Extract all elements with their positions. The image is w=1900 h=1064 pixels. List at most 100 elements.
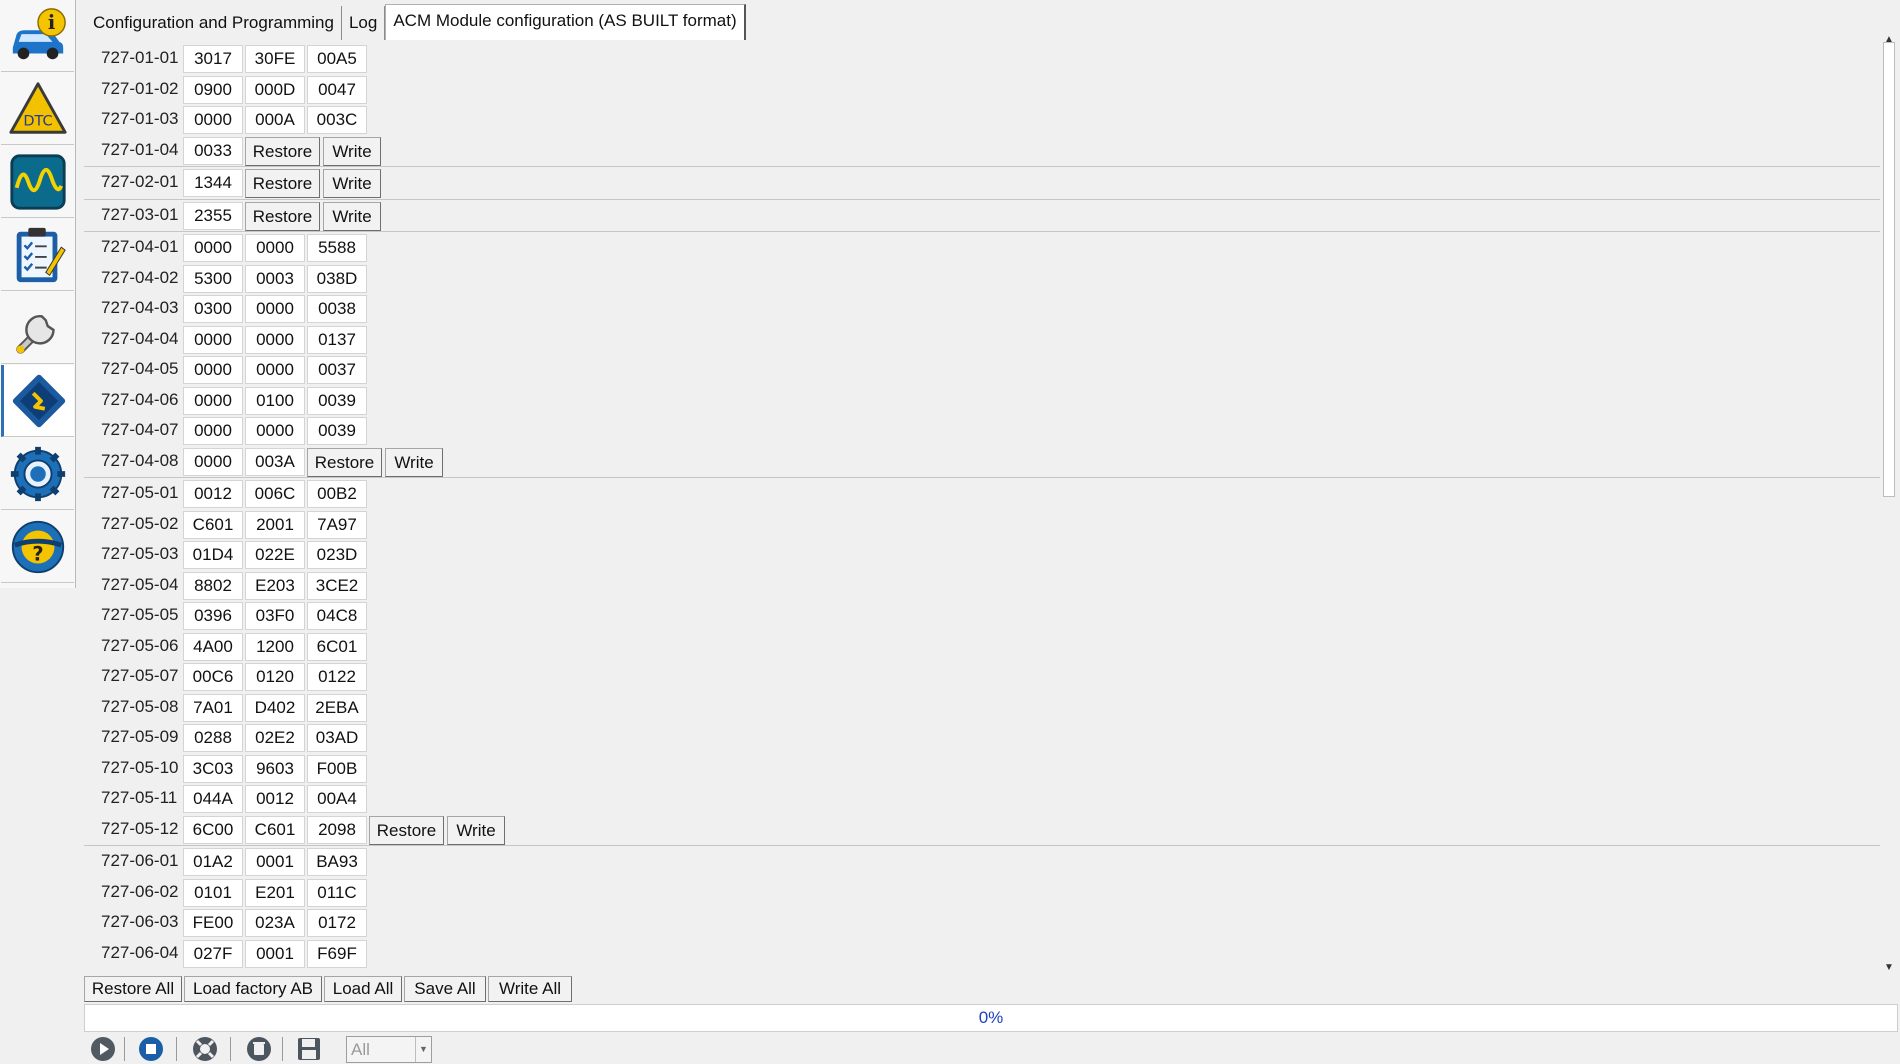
config-value-field[interactable]: C601 — [183, 510, 243, 539]
restore-all-button[interactable]: Restore All — [84, 976, 182, 1002]
restore-block-button[interactable]: Restore — [245, 136, 320, 166]
config-value-field[interactable]: 2098 — [307, 815, 367, 844]
config-value-field[interactable]: 022E — [245, 541, 305, 569]
config-value-field[interactable]: 4A00 — [183, 632, 243, 661]
config-value-field[interactable]: BA93 — [307, 848, 367, 876]
tab-log[interactable]: Log — [342, 6, 386, 40]
config-value-field[interactable]: 01D4 — [183, 541, 243, 569]
config-value-field[interactable]: 0900 — [183, 75, 243, 104]
write-block-button[interactable]: Write — [323, 136, 381, 166]
config-value-field[interactable]: 8802 — [183, 571, 243, 600]
write-block-button[interactable]: Write — [447, 815, 505, 845]
config-value-field[interactable]: 00A4 — [307, 785, 367, 813]
help-button[interactable]: ? — [1, 511, 74, 583]
config-value-field[interactable]: 3CE2 — [307, 571, 367, 600]
config-value-field[interactable]: 0120 — [245, 663, 305, 691]
write-block-button[interactable]: Write — [385, 447, 443, 477]
stop-button[interactable] — [136, 1035, 166, 1063]
config-value-field[interactable]: 6C00 — [183, 815, 243, 844]
log-filter-select[interactable]: All ▼ — [346, 1036, 432, 1063]
service-button[interactable] — [1, 292, 74, 364]
write-block-button[interactable]: Write — [323, 169, 381, 198]
config-value-field[interactable]: 00B2 — [307, 480, 367, 508]
config-value-field[interactable]: 0000 — [183, 356, 243, 384]
config-value-field[interactable]: 0001 — [245, 848, 305, 876]
vertical-scrollbar[interactable]: ▲ ▼ — [1880, 34, 1898, 974]
as-built-config-list[interactable]: 727-01-01 3017 30FE 00A5 727-01-02 0900 000D 00… — [84, 40, 1880, 972]
config-value-field[interactable]: 0047 — [307, 75, 367, 104]
save-log-button[interactable] — [294, 1035, 324, 1063]
config-value-field[interactable]: 0012 — [245, 785, 305, 813]
config-value-field[interactable]: 03F0 — [245, 602, 305, 630]
config-value-field[interactable]: 2EBA — [307, 693, 367, 722]
config-value-field[interactable]: 0000 — [245, 356, 305, 384]
config-value-field[interactable]: C601 — [245, 815, 305, 844]
config-value-field[interactable]: 04C8 — [307, 602, 367, 630]
config-value-field[interactable]: E201 — [245, 878, 305, 907]
config-value-field[interactable]: 2355 — [183, 201, 243, 230]
config-value-field[interactable]: 0300 — [183, 295, 243, 323]
config-value-field[interactable]: 003A — [245, 447, 305, 476]
load-all-button[interactable]: Load All — [324, 976, 402, 1002]
restore-block-button[interactable]: Restore — [245, 201, 320, 231]
config-value-field[interactable]: 6C01 — [307, 632, 367, 661]
clear-button[interactable] — [244, 1035, 274, 1063]
config-value-field[interactable]: 0000 — [245, 295, 305, 323]
config-value-field[interactable]: 9603 — [245, 754, 305, 783]
config-value-field[interactable]: 2001 — [245, 510, 305, 539]
config-value-field[interactable]: FE00 — [183, 909, 243, 937]
config-value-field[interactable]: 5588 — [307, 234, 367, 262]
config-value-field[interactable]: 0396 — [183, 602, 243, 630]
config-value-field[interactable]: 01A2 — [183, 848, 243, 876]
load-factory-ab-button[interactable]: Load factory AB — [184, 976, 322, 1002]
config-value-field[interactable]: 3017 — [183, 45, 243, 73]
config-value-field[interactable]: 006C — [245, 480, 305, 508]
config-value-field[interactable]: 0000 — [183, 447, 243, 476]
lifebuoy-button[interactable] — [190, 1035, 220, 1063]
config-value-field[interactable]: 003C — [307, 106, 367, 134]
config-value-field[interactable]: 044A — [183, 785, 243, 813]
save-all-button[interactable]: Save All — [404, 976, 486, 1002]
config-value-field[interactable]: 00A5 — [307, 45, 367, 73]
config-value-field[interactable]: 000D — [245, 75, 305, 104]
config-value-field[interactable]: 0172 — [307, 909, 367, 937]
config-value-field[interactable]: 0038 — [307, 295, 367, 323]
write-block-button[interactable]: Write — [323, 201, 381, 231]
config-value-field[interactable]: D402 — [245, 693, 305, 722]
config-value-field[interactable]: 027F — [183, 939, 243, 968]
checklist-button[interactable] — [1, 219, 74, 291]
config-value-field[interactable]: 0000 — [183, 417, 243, 445]
config-value-field[interactable]: 0000 — [183, 106, 243, 134]
play-button[interactable] — [88, 1035, 118, 1063]
config-value-field[interactable]: 1344 — [183, 169, 243, 197]
tab-acm-module-configuration[interactable]: ACM Module configuration (AS BUILT forma… — [385, 4, 746, 40]
tab-configuration-and-programming[interactable]: Configuration and Programming — [86, 6, 342, 40]
config-value-field[interactable]: F00B — [307, 754, 367, 783]
dtc-button[interactable]: DTC — [1, 73, 74, 145]
config-value-field[interactable]: 0101 — [183, 878, 243, 907]
restore-block-button[interactable]: Restore — [245, 169, 320, 198]
config-value-field[interactable]: 023A — [245, 909, 305, 937]
config-value-field[interactable]: 0000 — [245, 234, 305, 262]
write-all-button[interactable]: Write All — [488, 976, 572, 1002]
config-value-field[interactable]: 0001 — [245, 939, 305, 968]
config-value-field[interactable]: 0000 — [183, 386, 243, 415]
config-value-field[interactable]: 023D — [307, 541, 367, 569]
config-value-field[interactable]: 0137 — [307, 325, 367, 354]
config-value-field[interactable]: E203 — [245, 571, 305, 600]
config-value-field[interactable]: 0037 — [307, 356, 367, 384]
config-value-field[interactable]: 00C6 — [183, 663, 243, 691]
settings-button[interactable] — [1, 438, 74, 510]
config-value-field[interactable]: 30FE — [245, 45, 305, 73]
config-value-field[interactable]: 0039 — [307, 386, 367, 415]
config-value-field[interactable]: 3C03 — [183, 754, 243, 783]
config-value-field[interactable]: 5300 — [183, 264, 243, 293]
config-value-field[interactable]: F69F — [307, 939, 367, 968]
config-value-field[interactable]: 7A01 — [183, 693, 243, 722]
config-value-field[interactable]: 0033 — [183, 136, 243, 165]
restore-block-button[interactable]: Restore — [369, 815, 444, 845]
config-value-field[interactable]: 0288 — [183, 724, 243, 752]
restore-block-button[interactable]: Restore — [307, 447, 382, 477]
config-value-field[interactable]: 0000 — [245, 325, 305, 354]
scrollbar-thumb[interactable] — [1883, 42, 1895, 497]
